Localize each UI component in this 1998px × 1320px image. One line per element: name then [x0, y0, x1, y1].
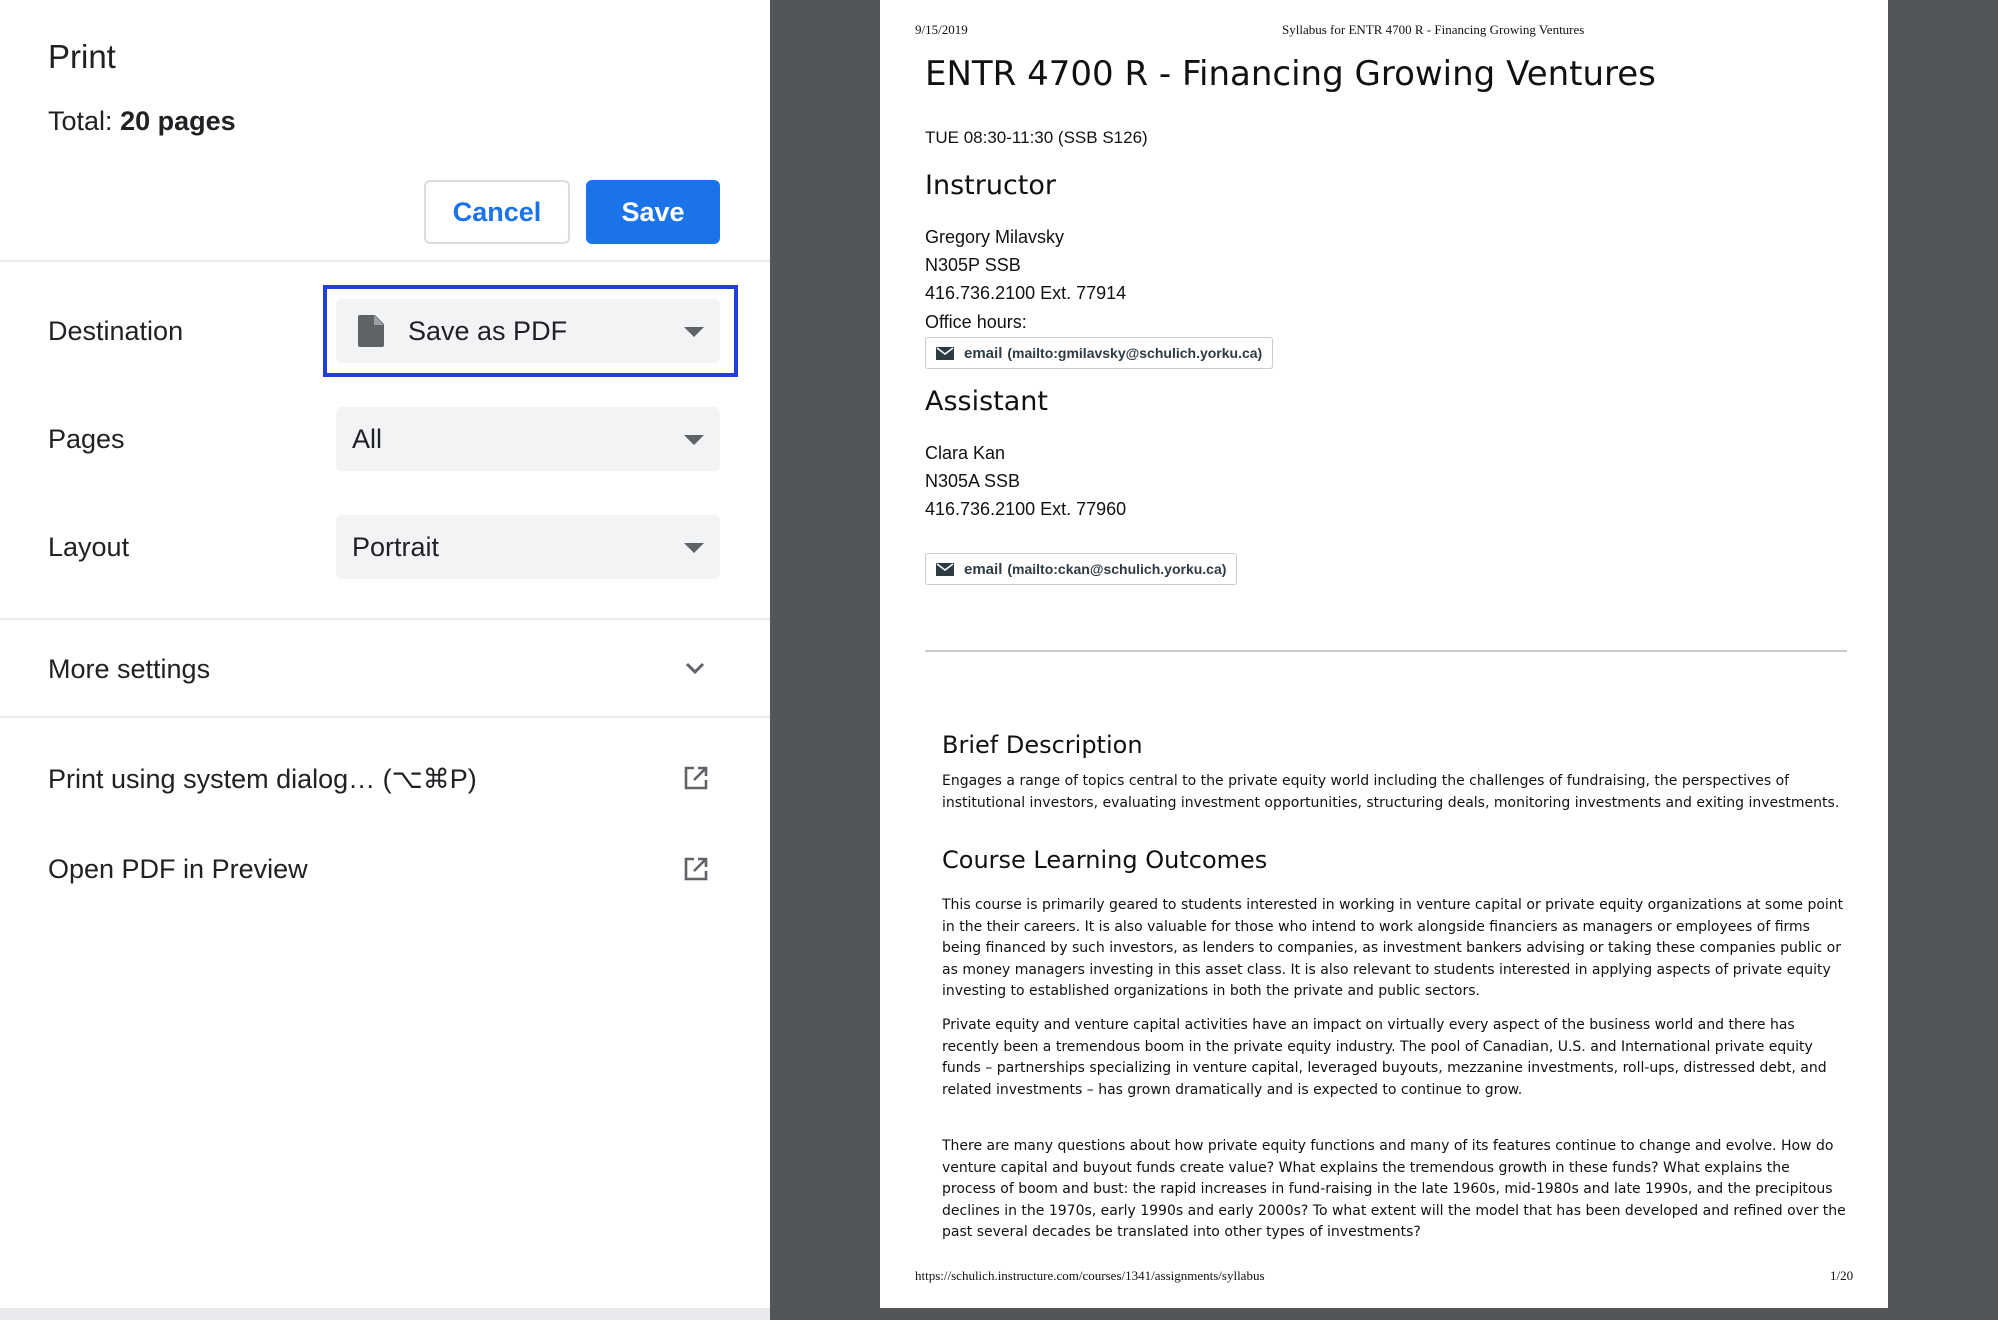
- assistant-heading: Assistant: [925, 386, 1049, 417]
- instructor-heading: Instructor: [925, 170, 1056, 201]
- open-pdf-preview-link[interactable]: Open PDF in Preview: [48, 854, 308, 885]
- system-dialog-link[interactable]: Print using system dialog… (⌥⌘P): [48, 764, 477, 795]
- preview-page: 9/15/2019 Syllabus for ENTR 4700 R - Fin…: [880, 0, 1888, 1308]
- divider: [0, 618, 770, 620]
- instructor-phone: 416.736.2100 Ext. 77914: [925, 283, 1127, 303]
- page-number: 1/20: [1830, 1268, 1854, 1283]
- brief-description-heading: Brief Description: [942, 731, 1143, 759]
- page-footer-url: https://schulich.instructure.com/courses…: [915, 1268, 1265, 1283]
- destination-value: Save as PDF: [408, 315, 568, 346]
- learning-outcomes-heading: Course Learning Outcomes: [942, 846, 1268, 874]
- page-header-date: 9/15/2019: [915, 22, 968, 37]
- assistant-name: Clara Kan: [925, 443, 1006, 463]
- envelope-icon: [936, 562, 954, 576]
- divider: [0, 716, 770, 718]
- email-address: (mailto:ckan@schulich.yorku.ca): [1007, 561, 1227, 577]
- outcomes-paragraph: There are many questions about how priva…: [942, 1138, 1846, 1240]
- print-title: Print: [48, 38, 116, 75]
- chevron-down-icon[interactable]: [683, 656, 707, 680]
- schedule: TUE 08:30-11:30 (SSB S126): [925, 128, 1148, 147]
- bottom-strip: [0, 1308, 770, 1320]
- total-pages: Total: 20 pages: [48, 106, 236, 137]
- assistant-email-link[interactable]: email (mailto:ckan@schulich.yorku.ca): [925, 553, 1238, 585]
- open-external-icon[interactable]: [683, 856, 709, 882]
- dropdown-arrow-icon: [684, 543, 704, 553]
- total-value: 20 pages: [120, 106, 236, 136]
- divider: [0, 260, 770, 262]
- email-label: email: [964, 560, 1003, 578]
- instructor-email-link[interactable]: email (mailto:gmilavsky@schulich.yorku.c…: [925, 337, 1274, 369]
- course-title: ENTR 4700 R - Financing Growing Ventures: [925, 54, 1656, 94]
- page-header-title: Syllabus for ENTR 4700 R - Financing Gro…: [1282, 22, 1585, 37]
- save-button[interactable]: Save: [586, 180, 720, 244]
- outcomes-paragraph: Private equity and venture capital activ…: [942, 1017, 1827, 1098]
- envelope-icon: [936, 346, 954, 360]
- open-external-icon[interactable]: [683, 765, 709, 791]
- instructor-name: Gregory Milavsky: [925, 227, 1065, 247]
- print-preview-area[interactable]: 9/15/2019 Syllabus for ENTR 4700 R - Fin…: [770, 0, 1998, 1320]
- dropdown-arrow-icon: [684, 435, 704, 445]
- layout-value: Portrait: [352, 531, 440, 562]
- pages-value: All: [352, 423, 383, 454]
- assistant-office: N305A SSB: [925, 471, 1021, 491]
- email-label: email: [964, 344, 1003, 362]
- layout-label: Layout: [48, 532, 130, 562]
- brief-description-text: Engages a range of topics central to the…: [942, 773, 1840, 811]
- cancel-button[interactable]: Cancel: [424, 180, 570, 244]
- more-settings-toggle[interactable]: More settings: [48, 654, 210, 685]
- assistant-phone: 416.736.2100 Ext. 77960: [925, 499, 1127, 519]
- total-label: Total:: [48, 106, 113, 136]
- print-settings-panel: Print Total: 20 pages Cancel Save Destin…: [0, 0, 770, 1320]
- horizontal-rule: [925, 650, 1847, 652]
- document-icon: [358, 315, 384, 347]
- layout-select[interactable]: Portrait: [336, 515, 720, 579]
- pages-select[interactable]: All: [336, 407, 720, 471]
- destination-label: Destination: [48, 316, 184, 346]
- destination-select[interactable]: Save as PDF: [336, 299, 720, 363]
- outcomes-paragraph: This course is primarily geared to stude…: [942, 897, 1844, 999]
- dropdown-arrow-icon: [684, 327, 704, 337]
- email-address: (mailto:gmilavsky@schulich.yorku.ca): [1007, 345, 1263, 361]
- instructor-office: N305P SSB: [925, 255, 1021, 275]
- office-hours: Office hours:: [925, 312, 1027, 332]
- pages-label: Pages: [48, 424, 125, 454]
